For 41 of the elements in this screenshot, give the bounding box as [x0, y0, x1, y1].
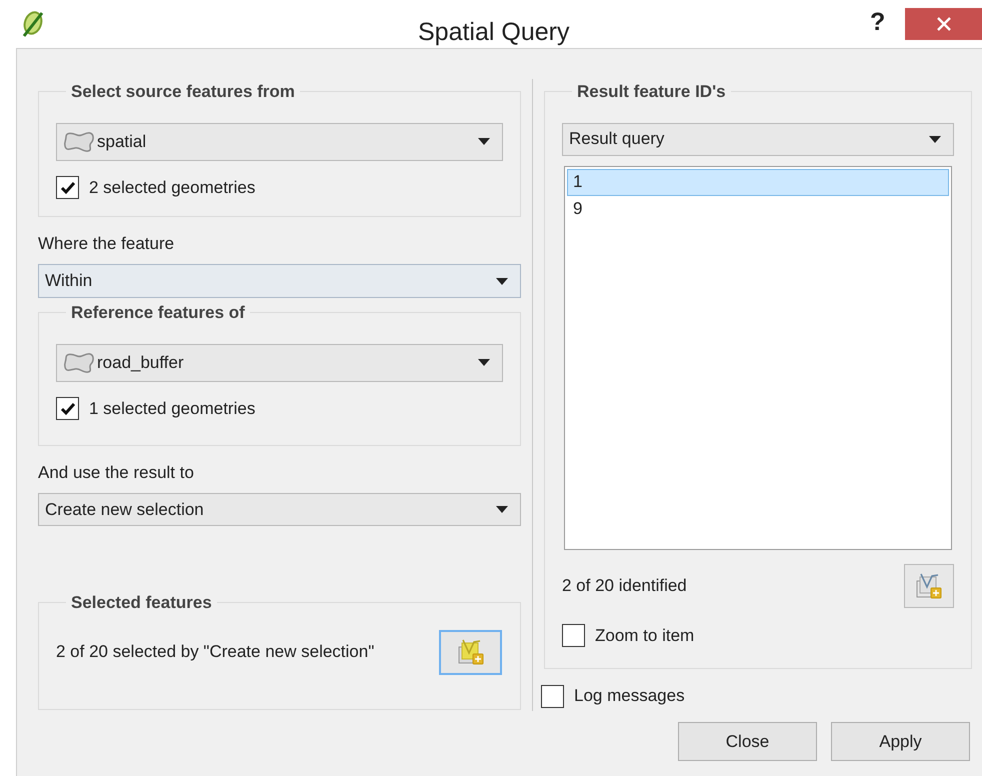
- caret-icon: [496, 278, 508, 284]
- field-label: Where the feature: [38, 233, 176, 255]
- field-label: And use the result to: [38, 462, 195, 484]
- check-icon: [60, 402, 76, 416]
- checkbox[interactable]: [56, 176, 79, 199]
- dialog-button[interactable]: Close: [678, 722, 817, 761]
- dropdown[interactable]: Result query: [562, 122, 954, 156]
- checkbox-label: 2 selected geometries: [89, 176, 256, 199]
- dialog-button[interactable]: Apply: [831, 722, 970, 761]
- caret-icon: [929, 136, 941, 142]
- checkbox-label: Zoom to item: [595, 624, 694, 647]
- close-button[interactable]: [905, 8, 982, 40]
- dropdown[interactable]: Within: [38, 264, 521, 298]
- help-button[interactable]: ?: [870, 4, 886, 42]
- app-logo-icon: [20, 9, 46, 39]
- result-item[interactable]: 1: [567, 168, 949, 196]
- caret-icon: [496, 506, 508, 513]
- group-title: Result feature ID's: [576, 81, 727, 103]
- selection-summary: 2 of 20 selected by "Create new selection": [56, 641, 374, 664]
- checkbox[interactable]: [541, 684, 564, 708]
- group-title: Reference features of: [70, 302, 246, 324]
- check-icon: [60, 180, 76, 194]
- window-title: Spatial Query: [418, 17, 570, 48]
- caret-icon: [478, 138, 490, 145]
- checkbox-label: Log messages: [574, 685, 685, 708]
- group-title: Select source features from: [70, 81, 296, 103]
- dropdown[interactable]: spatial: [56, 122, 503, 160]
- close-icon: [936, 17, 950, 31]
- caret-icon: [478, 359, 490, 366]
- group-title: Selected features: [70, 592, 213, 614]
- checkbox-label: 1 selected geometries: [89, 398, 256, 420]
- checkbox[interactable]: [562, 624, 585, 647]
- dropdown[interactable]: road_buffer: [56, 344, 503, 382]
- checkbox[interactable]: [56, 397, 79, 420]
- dropdown[interactable]: Create new selection: [38, 493, 521, 526]
- polygon-layer-icon: [63, 130, 95, 152]
- result-item[interactable]: 9: [567, 196, 949, 222]
- feature-selection-icon: [914, 570, 944, 600]
- polygon-layer-icon: [63, 352, 95, 374]
- identified-count: 2 of 20 identified: [562, 574, 687, 597]
- feature-selection-icon: [456, 637, 486, 667]
